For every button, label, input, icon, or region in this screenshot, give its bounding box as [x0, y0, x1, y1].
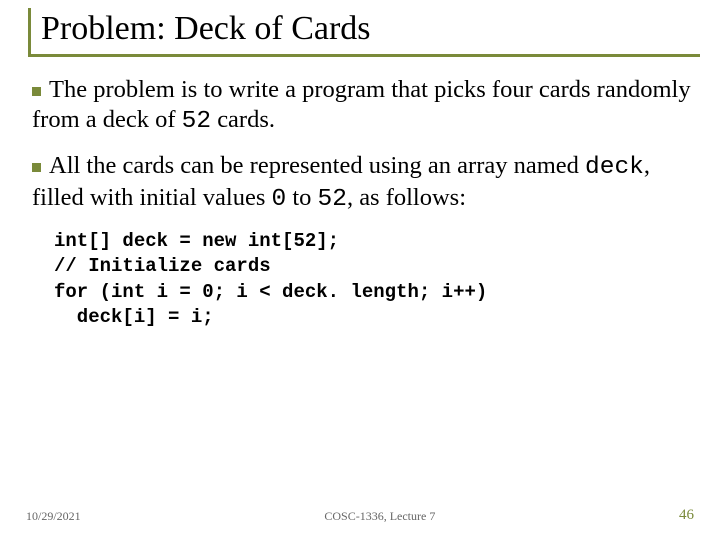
title-rule: Problem: Deck of Cards	[28, 8, 700, 57]
footer-course: COSC-1336, Lecture 7	[81, 509, 679, 524]
bullet-paragraph-1: The problem is to write a program that p…	[32, 75, 700, 137]
square-bullet-icon	[32, 87, 41, 96]
slide-title: Problem: Deck of Cards	[41, 10, 700, 48]
slide: Problem: Deck of Cards The problem is to…	[0, 0, 720, 540]
slide-footer: 10/29/2021 COSC-1336, Lecture 7 46	[0, 507, 720, 524]
inline-code: 0	[272, 186, 287, 213]
code-block: int[] deck = new int[52]; // Initialize …	[32, 229, 700, 332]
footer-date: 10/29/2021	[26, 509, 81, 524]
square-bullet-icon	[32, 163, 41, 172]
text: , as follows:	[347, 184, 466, 211]
inline-code: deck	[585, 154, 644, 181]
text: All the cards can be represented using a…	[49, 152, 585, 179]
footer-page-number: 46	[679, 507, 694, 524]
text: to	[286, 184, 317, 211]
text: cards.	[211, 106, 275, 133]
bullet-paragraph-2: All the cards can be represented using a…	[32, 151, 700, 215]
inline-code: 52	[318, 186, 347, 213]
slide-body: The problem is to write a program that p…	[28, 75, 700, 331]
text: The problem is to write a program that p…	[32, 76, 691, 133]
inline-code: 52	[182, 108, 211, 135]
